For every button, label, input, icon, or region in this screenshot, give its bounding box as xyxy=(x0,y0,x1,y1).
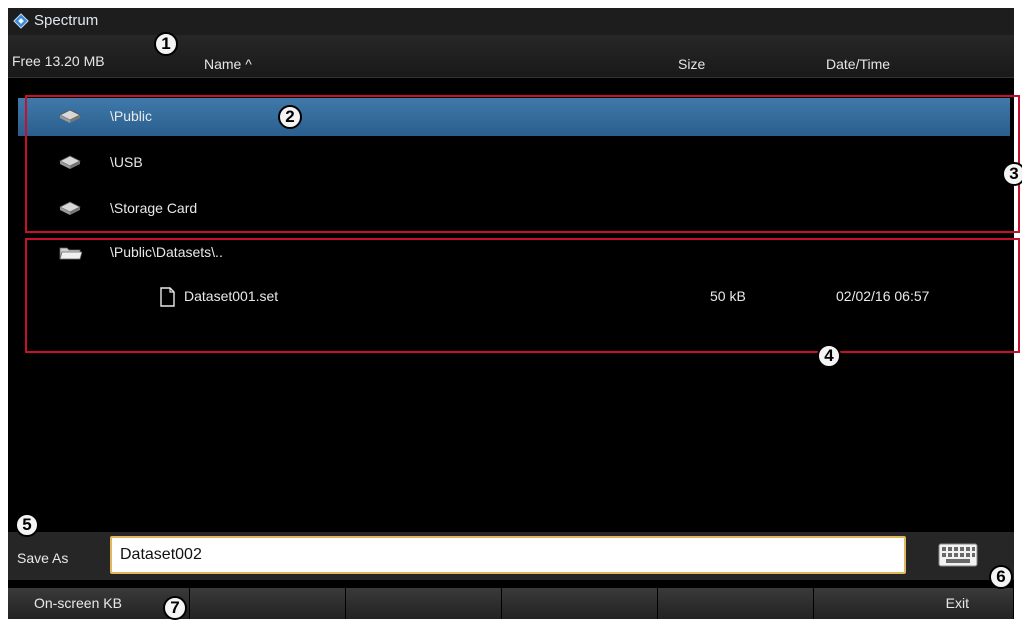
callout-6: 6 xyxy=(989,565,1013,589)
drive-icon xyxy=(59,201,81,215)
softkey-exit[interactable]: Exit xyxy=(814,588,1014,619)
save-as-bar: Save As xyxy=(8,532,1014,580)
folder-icon xyxy=(59,247,82,260)
filename-input[interactable] xyxy=(110,536,906,574)
file-datetime: 02/02/16 06:57 xyxy=(836,288,930,304)
softkey-bar: On-screen KB Exit xyxy=(8,588,1014,619)
callout-7: 7 xyxy=(163,596,187,620)
file-icon xyxy=(160,287,175,307)
callout-4: 4 xyxy=(817,344,841,368)
save-as-label: Save As xyxy=(17,550,69,566)
spectrum-logo-icon xyxy=(13,13,29,29)
drive-label: \Storage Card xyxy=(110,200,198,216)
softkey-4[interactable] xyxy=(502,588,658,619)
callout-3: 3 xyxy=(1002,162,1022,186)
drive-row-public[interactable]: \Public xyxy=(18,98,1010,136)
drive-icon xyxy=(59,155,81,169)
app-title: Spectrum xyxy=(34,12,99,29)
softkey-5[interactable] xyxy=(658,588,814,619)
name-column-header[interactable]: Name ^ xyxy=(204,56,252,72)
folder-path: \Public\Datasets\.. xyxy=(110,244,223,260)
softkey-2[interactable] xyxy=(190,588,346,619)
softkey-3[interactable] xyxy=(346,588,502,619)
drive-icon xyxy=(59,109,81,123)
drive-label: \USB xyxy=(110,154,143,170)
datetime-column-header[interactable]: Date/Time xyxy=(826,56,890,72)
drive-label: \Public xyxy=(110,108,153,124)
drive-row-usb[interactable]: \USB xyxy=(18,144,1010,182)
file-name[interactable]: Dataset001.set xyxy=(184,288,278,304)
callout-2: 2 xyxy=(278,105,302,129)
folder-row[interactable]: \Public\Datasets\.. xyxy=(18,234,1010,272)
keyboard-icon[interactable] xyxy=(938,542,978,570)
callout-1: 1 xyxy=(154,32,178,56)
size-column-header[interactable]: Size xyxy=(678,56,705,72)
drive-row-storage-card[interactable]: \Storage Card xyxy=(18,190,1010,228)
file-size: 50 kB xyxy=(710,288,746,304)
callout-5: 5 xyxy=(15,513,39,537)
free-space-label: Free 13.20 MB xyxy=(12,53,105,69)
title-bar: Spectrum xyxy=(8,8,1014,35)
